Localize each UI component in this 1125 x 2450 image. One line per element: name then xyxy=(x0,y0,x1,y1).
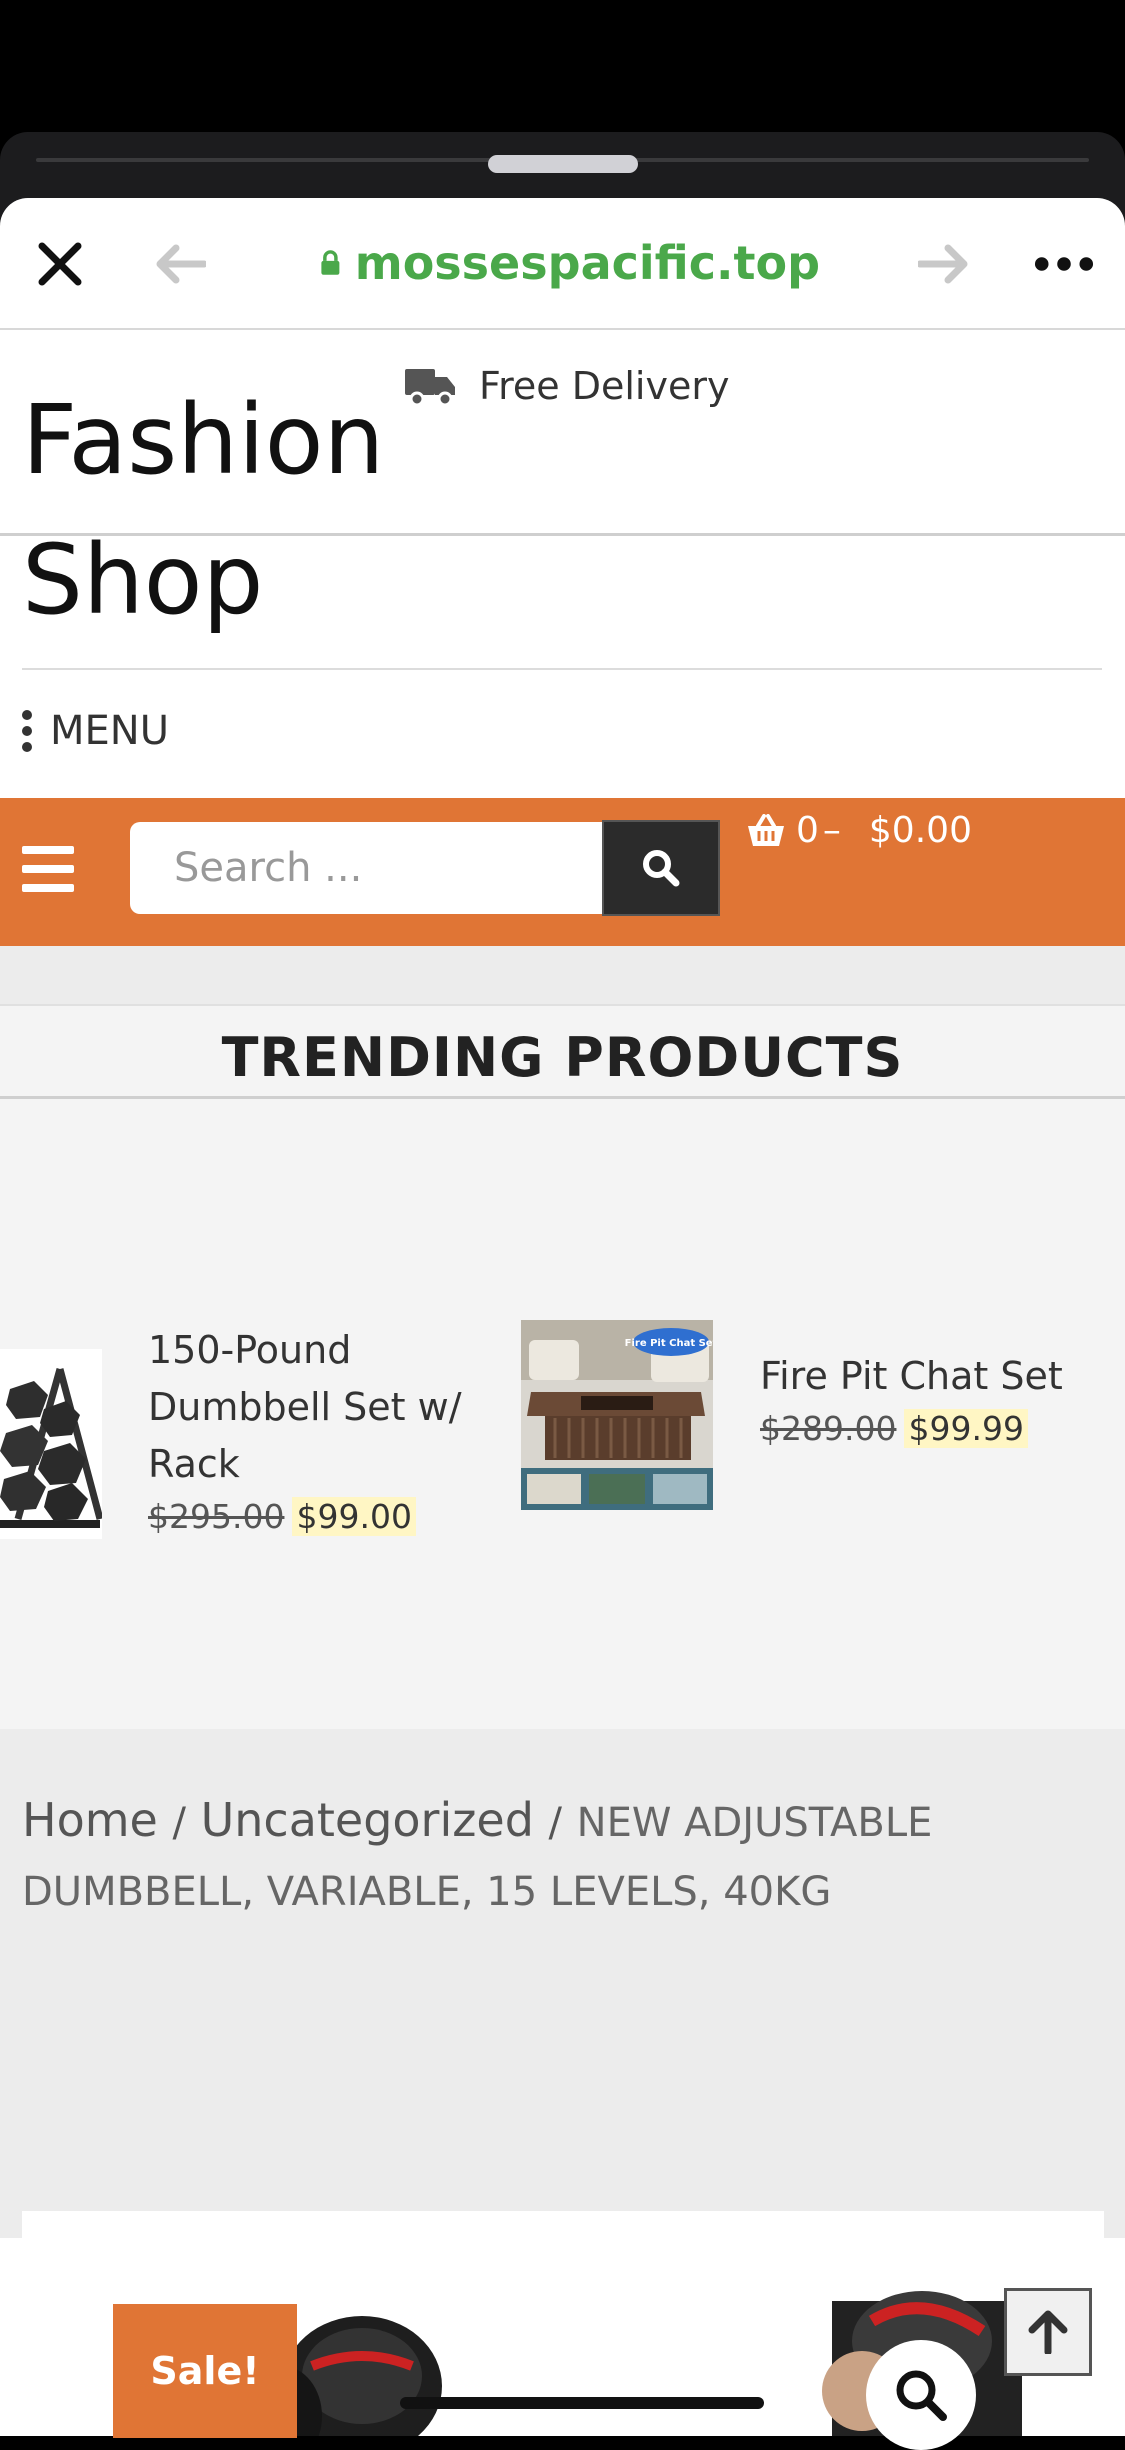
sale-badge: Sale! xyxy=(113,2304,297,2438)
breadcrumb-category[interactable]: Uncategorized xyxy=(201,1793,534,1847)
breadcrumb: Home / Uncategorized / NEW ADJUSTABLE DU… xyxy=(22,1787,1082,1925)
dumbbell-rack-image xyxy=(0,1368,102,1528)
site-title[interactable]: Fashion Shop xyxy=(22,370,622,650)
trending-heading: TRENDING PRODUCTS xyxy=(221,1026,904,1089)
menu-label: MENU xyxy=(50,708,169,754)
arrow-up-icon xyxy=(1028,2310,1068,2354)
divider xyxy=(0,1096,1125,1099)
old-price: $295.00 xyxy=(148,1497,285,1536)
cart-total: $0.00 xyxy=(868,810,972,851)
fire-pit-image[interactable]: Fire Pit Chat Set xyxy=(521,1320,713,1510)
product-card[interactable]: 150-Pound Dumbbell Set w/ Rack $295.00 $9… xyxy=(148,1322,478,1536)
zoom-button[interactable] xyxy=(866,2340,976,2450)
close-icon[interactable] xyxy=(30,234,90,294)
product-name[interactable]: 150-Pound Dumbbell Set w/ Rack xyxy=(148,1322,478,1493)
back-to-top-button[interactable] xyxy=(1004,2288,1092,2376)
spacer-band xyxy=(0,946,1125,1004)
arrow-right-icon[interactable] xyxy=(914,234,974,294)
breadcrumb-separator: / xyxy=(172,1800,186,1846)
cart-summary[interactable]: 0– $0.00 xyxy=(746,810,972,851)
fire-pit-image-label: Fire Pit Chat Set xyxy=(625,1338,713,1349)
sheet-grabber[interactable] xyxy=(488,155,638,173)
search-icon xyxy=(643,850,680,887)
address-bar[interactable]: mossespacific.top xyxy=(320,228,820,298)
secondary-menu-toggle[interactable]: MENU xyxy=(22,708,169,754)
kebab-icon xyxy=(22,710,32,752)
old-price: $289.00 xyxy=(760,1409,897,1448)
hamburger-menu-icon[interactable] xyxy=(22,846,74,892)
basket-icon xyxy=(748,813,784,846)
cart-count: 0 xyxy=(796,810,819,851)
url-text: mossespacific.top xyxy=(354,236,820,290)
search-button[interactable] xyxy=(602,820,720,916)
product-name[interactable]: Fire Pit Chat Set xyxy=(760,1348,1110,1405)
search-input[interactable] xyxy=(130,822,602,914)
divider xyxy=(22,668,1102,670)
search-icon xyxy=(896,2370,947,2421)
trending-products-section: TRENDING PRODUCTS 150-Pound Dumbbell Set… xyxy=(0,1004,1125,1731)
breadcrumb-area: Home / Uncategorized / NEW ADJUSTABLE DU… xyxy=(0,1729,1125,2238)
cart-dash: – xyxy=(822,810,841,851)
sale-price: $99.00 xyxy=(292,1497,416,1536)
sale-price: $99.99 xyxy=(904,1409,1028,1448)
arrow-left-icon[interactable] xyxy=(150,234,210,294)
home-indicator[interactable] xyxy=(400,2397,764,2409)
more-horizontal-icon[interactable] xyxy=(1034,234,1094,294)
main-nav-bar: 0– $0.00 xyxy=(0,798,1125,946)
browser-toolbar: mossespacific.top xyxy=(0,198,1125,330)
product-price: $295.00 $99.00 xyxy=(148,1497,478,1536)
product-card[interactable]: Fire Pit Chat Set $289.00 $99.99 xyxy=(760,1348,1110,1448)
lock-icon xyxy=(321,250,340,275)
breadcrumb-separator: / xyxy=(548,1800,563,1846)
breadcrumb-home[interactable]: Home xyxy=(22,1793,158,1847)
product-price: $289.00 $99.99 xyxy=(760,1409,1110,1448)
